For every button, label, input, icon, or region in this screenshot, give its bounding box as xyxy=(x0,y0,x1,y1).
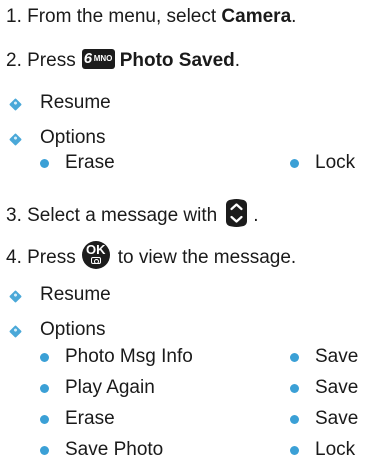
key-digit: 6 xyxy=(83,50,93,67)
options-item: Options xyxy=(40,127,106,148)
option-photo-msg-info: Photo Msg Info xyxy=(65,346,193,367)
diamond-bullet-icon xyxy=(9,133,22,146)
navigation-key-icon xyxy=(226,199,248,227)
step-3-text: 3. Select a message with xyxy=(6,205,218,226)
diamond-bullet-icon xyxy=(9,325,22,338)
option-save: Save xyxy=(315,377,359,398)
step-1: 1. From the menu, select Camera. xyxy=(6,6,296,28)
option-save-photo: Save Photo xyxy=(65,439,164,460)
option-lock: Lock xyxy=(315,439,356,460)
options-item: Options xyxy=(40,319,106,340)
option-save: Save xyxy=(315,408,359,429)
bullet-dot-icon xyxy=(290,353,299,362)
bullet-dot-icon xyxy=(290,159,299,168)
bullet-dot-icon xyxy=(40,353,49,362)
resume-item: Resume xyxy=(40,92,111,113)
option-save: Save xyxy=(315,346,359,367)
option-lock: Lock xyxy=(315,152,356,173)
step-2-period: . xyxy=(234,50,241,71)
step-1-period: . xyxy=(291,6,297,27)
camera-label: Camera xyxy=(221,6,292,27)
bullet-dot-icon xyxy=(40,384,49,393)
photo-saved-label: Photo Saved xyxy=(119,50,235,71)
step-2-text: 2. Press xyxy=(6,50,76,71)
diamond-bullet-icon xyxy=(9,98,22,111)
bullet-dot-icon xyxy=(40,159,49,168)
ok-camera-key-icon: OK xyxy=(81,241,110,269)
option-erase: Erase xyxy=(65,152,115,173)
diamond-bullet-icon xyxy=(9,290,22,303)
resume-item: Resume xyxy=(40,284,111,305)
bullet-dot-icon xyxy=(290,384,299,393)
step-4: 4. Press OK to view the message. xyxy=(6,241,296,269)
6-mno-key-icon: 6 MNO xyxy=(81,49,115,69)
step-2: 2. Press 6 MNO Photo Saved. xyxy=(6,49,240,72)
bullet-dot-icon xyxy=(40,446,49,455)
step-3: 3. Select a message with . xyxy=(6,198,259,228)
step-4-text: 4. Press xyxy=(6,247,76,268)
bullet-dot-icon xyxy=(290,415,299,424)
ok-label: OK xyxy=(85,242,106,257)
option-erase: Erase xyxy=(65,408,115,429)
key-letters: MNO xyxy=(93,54,113,63)
step-3-period: . xyxy=(253,205,259,226)
step-4-text-end: to view the message. xyxy=(117,247,297,268)
camera-icon xyxy=(90,257,101,264)
bullet-dot-icon xyxy=(40,415,49,424)
step-1-text: 1. From the menu, select xyxy=(6,6,222,27)
option-play-again: Play Again xyxy=(65,377,155,398)
bullet-dot-icon xyxy=(290,446,299,455)
